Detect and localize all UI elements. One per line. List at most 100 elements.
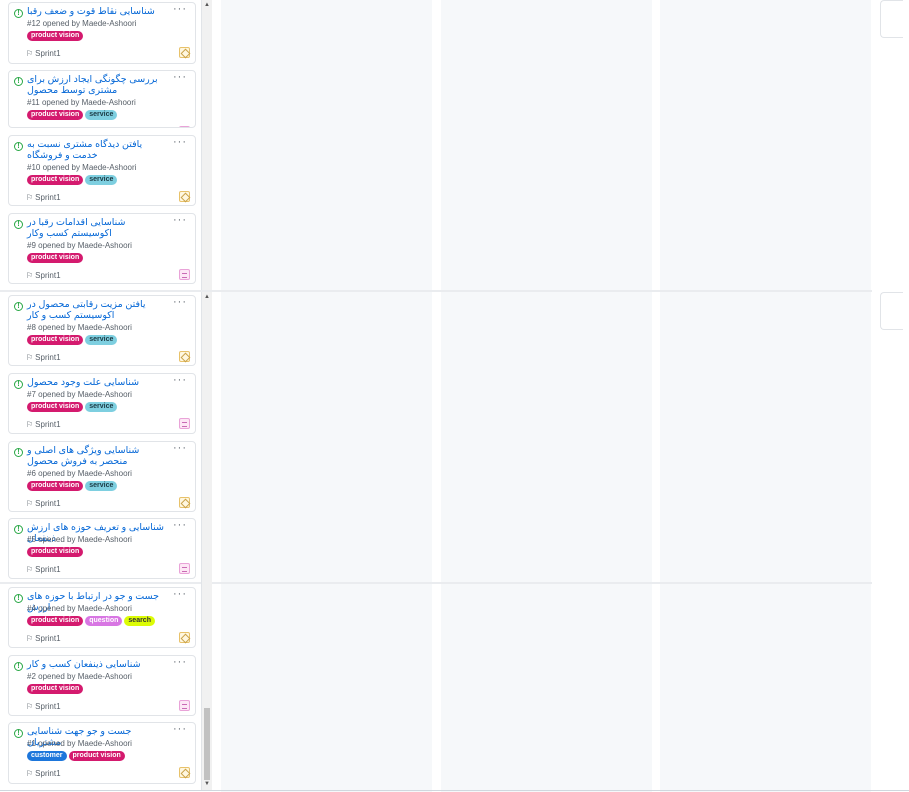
milestone-icon: ⚐ [26, 353, 34, 362]
issue-card[interactable]: ! جست و جو در ارتباط با حوزه های ارزش ··· #… [8, 587, 196, 648]
assignee-avatar[interactable] [179, 632, 190, 643]
assignee-avatar[interactable] [179, 418, 190, 429]
open-issue-icon: ! [14, 142, 23, 151]
assignee-avatar[interactable] [179, 126, 190, 127]
next-column-edge[interactable] [880, 292, 903, 330]
assignee-avatar[interactable] [179, 767, 190, 778]
next-column-edge[interactable] [880, 0, 903, 38]
milestone[interactable]: ⚐ Sprint1 [26, 271, 61, 280]
label-product-vision[interactable]: product vision [27, 402, 84, 412]
assignee-avatar[interactable] [179, 351, 190, 362]
assignee-avatar[interactable] [179, 47, 190, 58]
label-product-vision[interactable]: product vision [27, 616, 84, 626]
label-product-vision[interactable]: product vision [27, 335, 84, 345]
assignee-avatar[interactable] [179, 269, 190, 280]
issue-title-link[interactable]: شناسایی اقدامات رقبا در اکوسیستم کسب وکا… [27, 217, 167, 239]
issue-meta: #1 opened by Maede-Ashoori [27, 739, 132, 748]
milestone[interactable]: ⚐ Sprint1 [26, 634, 61, 643]
milestone-icon: ⚐ [26, 565, 34, 574]
issue-card[interactable]: ! جست و جو جهت شناسایی مشتریان ··· #1 opene… [8, 722, 196, 784]
assignee-avatar[interactable] [179, 700, 190, 711]
scroll-down-arrow-icon[interactable]: ▼ [203, 780, 211, 788]
column-scrollbar[interactable]: ▲ ▼ [201, 292, 212, 790]
issue-title-link[interactable]: شناسایی نقاط قوت و ضعف رقبا [27, 6, 167, 17]
card-menu-icon[interactable]: ··· [173, 519, 187, 531]
issue-card[interactable]: ! شناسایی ویژگی های اصلی و منحصر به فروش … [8, 441, 196, 512]
milestone[interactable]: ⚐ Sprint1 [26, 769, 61, 778]
milestone[interactable]: ⚐ Sprint1 [26, 420, 61, 429]
label-service[interactable]: service [85, 175, 118, 185]
issue-meta: #5 opened by Maede-Ashoori [27, 535, 132, 544]
card-menu-icon[interactable]: ··· [173, 656, 187, 668]
issue-card[interactable]: ! شناسایی ذینفعان کسب و کار ··· #2 opened b… [8, 655, 196, 716]
issue-labels: product vision [27, 253, 85, 264]
milestone[interactable]: ⚐ Sprint1 [26, 49, 61, 58]
label-service[interactable]: service [85, 481, 118, 491]
milestone-icon: ⚐ [26, 49, 34, 58]
issue-meta: #2 opened by Maede-Ashoori [27, 672, 132, 681]
card-menu-icon[interactable]: ··· [173, 296, 187, 308]
label-service[interactable]: service [85, 402, 118, 412]
assignee-avatar[interactable] [179, 563, 190, 574]
milestone[interactable]: ⚐ Sprint1 [26, 193, 61, 202]
label-product-vision[interactable]: product vision [27, 110, 84, 120]
issue-title-link[interactable]: شناسایی ویژگی های اصلی و منحصر به فروش م… [27, 445, 167, 467]
assignee-avatar[interactable] [179, 191, 190, 202]
issue-card[interactable]: ! شناسایی اقدامات رقبا در اکوسیستم کسب وک… [8, 213, 196, 284]
card-menu-icon[interactable]: ··· [173, 214, 187, 226]
issue-labels: product vision question search [27, 616, 157, 627]
scroll-thumb[interactable] [204, 708, 210, 780]
label-product-vision[interactable]: product vision [27, 175, 84, 185]
label-service[interactable]: service [85, 110, 118, 120]
open-issue-icon: ! [14, 380, 23, 389]
label-customer[interactable]: customer [27, 751, 67, 761]
label-service[interactable]: service [85, 335, 118, 345]
issue-card[interactable]: ! شناسایی نقاط قوت و ضعف رقبا ··· #12 opene… [8, 2, 196, 64]
column-scrollbar[interactable]: ▲ [201, 0, 212, 290]
scroll-up-arrow-icon[interactable]: ▲ [203, 293, 211, 301]
card-menu-icon[interactable]: ··· [173, 136, 187, 148]
label-product-vision[interactable]: product vision [27, 253, 84, 263]
issue-labels: product vision service [27, 335, 119, 346]
card-menu-icon[interactable]: ··· [173, 71, 187, 83]
issue-meta: #8 opened by Maede-Ashoori [27, 323, 132, 332]
column-3-background [441, 0, 652, 792]
card-menu-icon[interactable]: ··· [173, 374, 187, 386]
issue-title-link[interactable]: یافتن دیدگاه مشتری نسبت به خدمت و فروشگا… [27, 139, 167, 161]
open-issue-icon: ! [14, 448, 23, 457]
issue-labels: product vision service [27, 110, 119, 121]
milestone[interactable]: ⚐ Sprint1 [26, 565, 61, 574]
issue-title-link[interactable]: یافتن مزیت رقابتی محصول در اکوسیستم کسب … [27, 299, 167, 321]
label-product-vision[interactable]: product vision [27, 481, 84, 491]
label-product-vision[interactable]: product vision [27, 547, 84, 557]
milestone-icon: ⚐ [26, 499, 34, 508]
issue-card[interactable]: ! شناسایی علت وجود محصول ··· #7 opened by M… [8, 373, 196, 434]
card-menu-icon[interactable]: ··· [173, 442, 187, 454]
card-menu-icon[interactable]: ··· [173, 588, 187, 600]
milestone-icon: ⚐ [26, 702, 34, 711]
card-menu-icon[interactable]: ··· [173, 723, 187, 735]
milestone[interactable]: ⚐ Sprint1 [26, 353, 61, 362]
issue-card[interactable]: ! بررسی چگونگی ایجاد ارزش برای مشتری توسط… [8, 70, 196, 128]
issue-title-link[interactable]: شناسایی ذینفعان کسب و کار [27, 659, 167, 670]
issue-card[interactable]: ! یافتن مزیت رقابتی محصول در اکوسیستم کسب… [8, 295, 196, 366]
milestone-icon: ⚐ [26, 769, 34, 778]
assignee-avatar[interactable] [179, 497, 190, 508]
issue-card[interactable]: ! یافتن دیدگاه مشتری نسبت به خدمت و فروشگ… [8, 135, 196, 206]
issue-card[interactable]: ! شناسایی و تعریف حوزه های ارزش ذینفعان ··… [8, 518, 196, 579]
card-menu-icon[interactable]: ··· [173, 3, 187, 15]
label-product-vision[interactable]: product vision [27, 31, 84, 41]
label-search[interactable]: search [124, 616, 155, 626]
issue-title-link[interactable]: بررسی چگونگی ایجاد ارزش برای مشتری توسط … [27, 74, 167, 96]
label-product-vision[interactable]: product vision [68, 751, 125, 761]
milestone[interactable]: ⚐ Sprint1 [26, 702, 61, 711]
issue-labels: product vision [27, 547, 85, 558]
label-product-vision[interactable]: product vision [27, 684, 84, 694]
scroll-up-arrow-icon[interactable]: ▲ [203, 1, 211, 9]
label-question[interactable]: question [85, 616, 123, 626]
milestone-label: Sprint1 [35, 193, 61, 202]
open-issue-icon: ! [14, 729, 23, 738]
issue-meta: #9 opened by Maede-Ashoori [27, 241, 132, 250]
issue-title-link[interactable]: شناسایی علت وجود محصول [27, 377, 167, 388]
milestone[interactable]: ⚐ Sprint1 [26, 499, 61, 508]
